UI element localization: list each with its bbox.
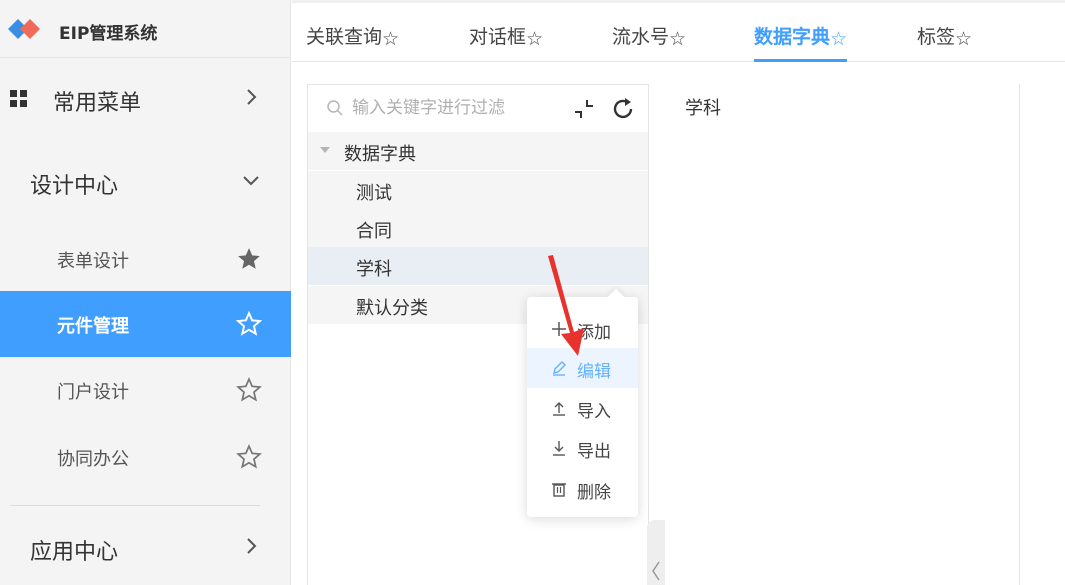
caret-down-icon[interactable] (320, 147, 330, 153)
tab-label: 数据字典 (754, 26, 831, 48)
context-menu-delete[interactable]: 删除 (527, 469, 638, 509)
sidebar-item-label: 门户设计 (57, 382, 129, 403)
context-menu-label: 添加 (577, 323, 611, 343)
tree-filter-row (308, 85, 648, 131)
chevron-right-icon (247, 89, 257, 105)
refresh-icon[interactable] (610, 96, 636, 122)
sidebar-item-collaboration[interactable]: 协同办公 (0, 424, 291, 490)
sidebar-item-label: 元件管理 (57, 316, 129, 337)
sidebar-item-portal-design[interactable]: 门户设计 (0, 357, 291, 423)
tab-label: 对话框 (469, 26, 527, 48)
tab-data-dictionary[interactable]: 数据字典☆ (754, 22, 848, 62)
download-icon (553, 441, 565, 456)
detail-title: 学科 (685, 98, 721, 119)
star-outline-icon[interactable] (236, 311, 262, 337)
grid-icon (10, 90, 27, 107)
chevron-right-icon (247, 538, 257, 554)
search-icon (327, 100, 343, 116)
tab-related-query[interactable]: 关联查询☆ (306, 22, 399, 62)
tree-filter-input[interactable] (352, 95, 552, 121)
tree-node[interactable]: 合同 (308, 209, 648, 247)
edit-icon (553, 361, 566, 376)
tab-serial-number[interactable]: 流水号☆ (612, 22, 686, 62)
star-outline-icon[interactable] (236, 377, 262, 403)
plus-icon (552, 322, 566, 336)
app-title: EIP管理系统 (59, 24, 158, 44)
tree-node[interactable]: 测试 (308, 171, 648, 209)
sidebar-divider (10, 505, 260, 506)
nav-group-label: 设计中心 (30, 174, 119, 199)
context-menu-label: 编辑 (577, 362, 611, 382)
panel-collapse-handle[interactable] (647, 520, 665, 585)
nav-group-label: 常用菜单 (53, 91, 142, 116)
sidebar-item-label: 协同办公 (57, 449, 129, 470)
tree-node-selected[interactable]: 学科 (308, 247, 648, 285)
tree-node-label: 测试 (356, 183, 392, 204)
star-outline-icon[interactable]: ☆ (669, 28, 686, 50)
context-menu-label: 删除 (577, 483, 611, 503)
sidebar-item-form-design[interactable]: 表单设计 (0, 226, 291, 292)
context-menu-export[interactable]: 导出 (527, 428, 638, 468)
tab-tags[interactable]: 标签☆ (917, 22, 972, 62)
sidebar-item-label: 表单设计 (57, 251, 129, 272)
logo-icon (8, 19, 40, 39)
sidebar: EIP管理系统 常用菜单 设计中心 表单设计 元件管理 门户设计 协同办公 应用… (0, 0, 291, 585)
star-outline-icon[interactable]: ☆ (382, 28, 399, 50)
star-outline-icon[interactable]: ☆ (830, 28, 847, 50)
tree-node-label: 学科 (356, 259, 392, 280)
context-menu-import[interactable]: 导入 (527, 388, 638, 428)
chevron-down-icon (243, 176, 259, 186)
nav-group-common-menu[interactable]: 常用菜单 (0, 70, 291, 126)
tab-label: 关联查询 (306, 26, 383, 48)
context-menu-add[interactable]: 添加 (527, 309, 638, 349)
upload-icon (553, 402, 565, 416)
context-menu-label: 导入 (577, 402, 611, 422)
star-filled-icon[interactable] (236, 246, 262, 272)
nav-group-label: 应用中心 (30, 540, 119, 565)
tab-bar: 关联查询☆ 对话框☆ 流水号☆ 数据字典☆ 标签☆ (292, 0, 1065, 62)
tree-node-label: 数据字典 (344, 144, 416, 165)
tab-dialog[interactable]: 对话框☆ (469, 22, 543, 62)
detail-panel: 学科 (665, 84, 1020, 585)
star-outline-icon[interactable]: ☆ (955, 28, 972, 50)
tree-node-label: 默认分类 (356, 298, 428, 319)
context-menu-label: 导出 (577, 442, 611, 462)
nav-group-design-center[interactable]: 设计中心 (0, 153, 291, 209)
tree-node-root[interactable]: 数据字典 (308, 132, 648, 170)
logo-row: EIP管理系统 (0, 0, 291, 58)
trash-icon (552, 483, 566, 497)
collapse-all-icon[interactable] (572, 97, 596, 121)
star-outline-icon[interactable]: ☆ (526, 28, 543, 50)
nav-group-app-center[interactable]: 应用中心 (0, 519, 291, 575)
chevron-left-icon (652, 561, 660, 581)
tab-label: 流水号 (612, 26, 670, 48)
star-outline-icon[interactable] (236, 444, 262, 470)
sidebar-item-component-management[interactable]: 元件管理 (0, 291, 291, 357)
context-menu-edit[interactable]: 编辑 (527, 348, 638, 388)
context-menu: 添加 编辑 导入 导出 删除 (527, 288, 638, 517)
tab-label: 标签 (917, 26, 956, 48)
tree-node-label: 合同 (356, 221, 392, 242)
